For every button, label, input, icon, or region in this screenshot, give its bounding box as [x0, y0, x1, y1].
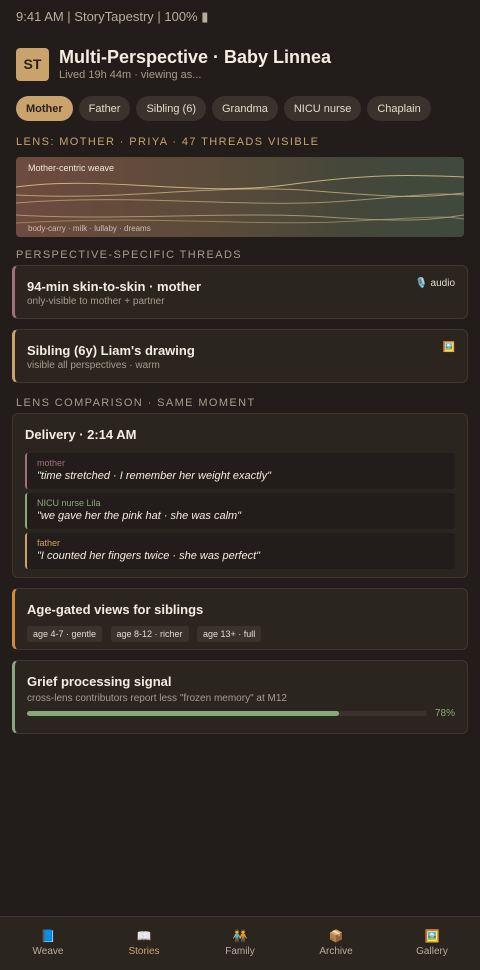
thread-title: 94-min skin-to-skin · mother — [27, 279, 202, 294]
grief-card[interactable]: Grief processing signal cross-lens contr… — [12, 660, 468, 734]
age-gated-card[interactable]: Age-gated views for siblings age 4-7 · g… — [12, 588, 468, 650]
microphone-icon: 🎙️ — [415, 278, 428, 289]
nav-gallery[interactable]: 🖼️ Gallery — [384, 917, 480, 970]
avatar[interactable]: ST — [16, 47, 49, 81]
chip-nicu-nurse[interactable]: NICU nurse — [283, 96, 362, 121]
chip-father[interactable]: Father — [78, 96, 131, 121]
age-chip-8-12[interactable]: age 8-12 · richer — [110, 626, 189, 642]
perspective-chips: Mother Father Sibling (6) Grandma NICU n… — [0, 96, 480, 122]
weave-title: Mother-centric weave — [28, 163, 115, 173]
comparison-section-label: Lens comparison · same moment — [16, 397, 256, 409]
nav-weave[interactable]: 📘 Weave — [0, 917, 96, 970]
chip-sibling[interactable]: Sibling (6) — [136, 96, 206, 121]
quote-nurse[interactable]: NICU nurse Lila "we gave her the pink ha… — [25, 493, 455, 529]
nav-family[interactable]: 🧑‍🤝‍🧑 Family — [192, 917, 288, 970]
age-chip-4-7[interactable]: age 4-7 · gentle — [27, 626, 103, 642]
chip-chaplain[interactable]: Chaplain — [367, 96, 431, 121]
thread-subtitle: visible all perspectives · warm — [27, 360, 160, 371]
quote-text: "I counted her fingers twice · she was p… — [37, 550, 261, 562]
quote-text: "time stretched · I remember her weight … — [37, 470, 272, 482]
nav-label: Family — [225, 946, 255, 957]
open-book-icon: 📖 — [136, 929, 152, 943]
image-tag[interactable]: 🖼️ — [443, 342, 455, 353]
status-bar-text: 9:41 AM | StoryTapestry | 100% ▮ — [16, 9, 209, 24]
comparison-card: Delivery · 2:14 AM mother "time stretche… — [12, 413, 468, 578]
thread-title: Sibling (6y) Liam's drawing — [27, 343, 195, 358]
grief-progress-label: 78% — [434, 708, 455, 719]
quote-father[interactable]: father "I counted her fingers twice · sh… — [25, 533, 455, 569]
nav-label: Weave — [32, 946, 64, 957]
thread-card-skin-to-skin[interactable]: 94-min skin-to-skin · mother only-visibl… — [12, 265, 468, 319]
grief-progress-fill — [27, 711, 339, 716]
quote-author: NICU nurse Lila — [37, 498, 101, 508]
nav-label: Stories — [128, 946, 160, 957]
page-header: ST Multi-Perspective · Baby Linnea Lived… — [0, 32, 480, 86]
quote-author: mother — [37, 458, 66, 468]
lens-label: Lens: Mother · Priya · 47 threads visibl… — [16, 136, 320, 148]
thread-subtitle: only-visible to mother + partner — [27, 296, 165, 307]
gallery-icon: 🖼️ — [424, 929, 440, 943]
bottom-nav: 📘 Weave 📖 Stories 🧑‍🤝‍🧑 Family 📦 Archive… — [0, 916, 480, 970]
chip-grandma[interactable]: Grandma — [212, 96, 278, 121]
box-icon: 📦 — [328, 929, 344, 943]
picture-icon: 🖼️ — [442, 342, 455, 353]
nav-stories[interactable]: 📖 Stories — [96, 917, 192, 970]
age-chip-13-plus[interactable]: age 13+ · full — [197, 626, 262, 642]
grief-progress-track — [27, 711, 427, 716]
age-gated-title: Age-gated views for siblings — [27, 602, 204, 617]
nav-label: Archive — [319, 946, 353, 957]
moment-title: Delivery · 2:14 AM — [25, 427, 137, 442]
chip-mother[interactable]: Mother — [16, 96, 73, 121]
nav-archive[interactable]: 📦 Archive — [288, 917, 384, 970]
grief-subtitle: cross-lens contributors report less "fro… — [27, 693, 287, 704]
quote-text: "we gave her the pink hat · she was calm… — [37, 510, 242, 522]
quote-mother[interactable]: mother "time stretched · I remember her … — [25, 453, 455, 489]
nav-label: Gallery — [416, 946, 448, 957]
book-icon: 📘 — [40, 929, 56, 943]
weave-visual[interactable]: Mother-centric weave body-carry · milk ·… — [16, 157, 464, 237]
age-chips: age 4-7 · gentle age 8-12 · richer age 1… — [27, 624, 455, 642]
grief-title: Grief processing signal — [27, 674, 172, 689]
audio-tag-label: audio — [430, 278, 455, 289]
threads-section-label: Perspective-specific threads — [16, 249, 243, 261]
page-title: Multi-Perspective · Baby Linnea — [59, 47, 332, 67]
status-bar: 9:41 AM | StoryTapestry | 100% ▮ — [0, 0, 480, 32]
family-icon: 🧑‍🤝‍🧑 — [232, 929, 248, 943]
audio-tag[interactable]: 🎙️ audio — [415, 278, 455, 289]
page-subtitle: Lived 19h 44m · viewing as... — [59, 69, 202, 81]
thread-card-drawing[interactable]: Sibling (6y) Liam's drawing visible all … — [12, 329, 468, 383]
weave-footer: body-carry · milk · lullaby · dreams — [28, 224, 151, 233]
quote-author: father — [37, 538, 61, 548]
